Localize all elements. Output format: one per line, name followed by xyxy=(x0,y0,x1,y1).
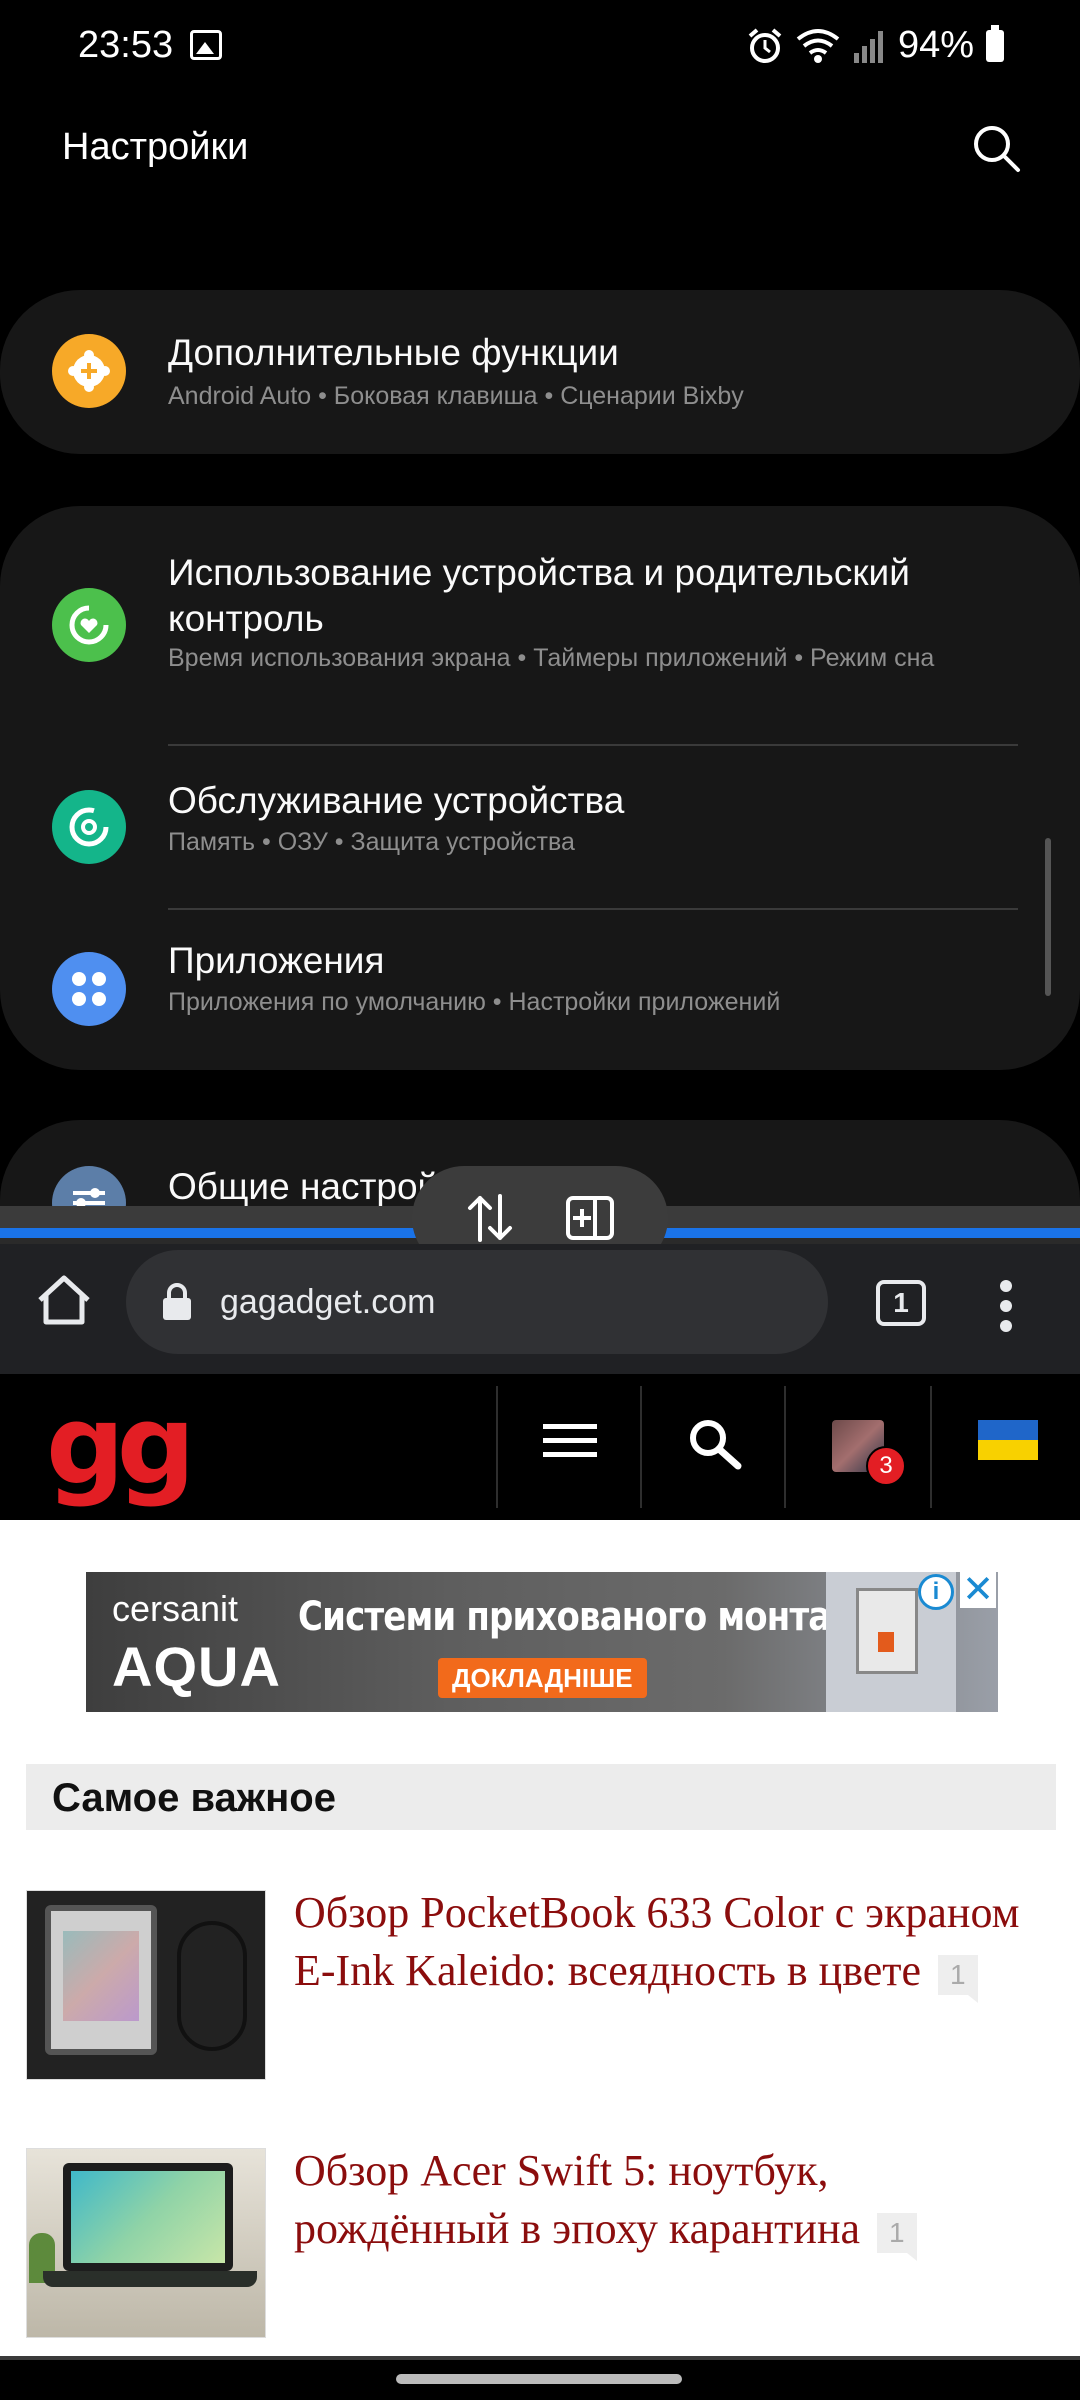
scrollbar[interactable] xyxy=(1045,838,1051,996)
settings-item-subtitle: Приложения по умолчанию • Настройки прил… xyxy=(168,988,781,1016)
apps-icon xyxy=(52,952,126,1026)
battery-percent: 94% xyxy=(897,24,974,66)
hamburger-menu-icon[interactable] xyxy=(543,1424,597,1466)
settings-item-apps[interactable]: Приложения Приложения по умолчанию • Нас… xyxy=(0,910,1080,1070)
article-title[interactable]: Обзор Acer Swift 5: ноутбук, рождённый в… xyxy=(294,2142,1044,2261)
gesture-home-handle[interactable] xyxy=(396,2374,682,2384)
settings-item-title: Дополнительные функции xyxy=(168,332,619,373)
site-logo[interactable]: gg xyxy=(46,1390,196,1500)
ukraine-flag-icon[interactable] xyxy=(978,1420,1038,1460)
ad-info-icon[interactable]: i xyxy=(918,1574,954,1610)
status-time: 23:53 xyxy=(78,24,174,66)
settings-item-device-care[interactable]: Обслуживание устройства Память • ОЗУ • З… xyxy=(0,746,1080,908)
tab-switcher-button[interactable]: 1 xyxy=(876,1280,926,1326)
ad-cta-button[interactable]: ДОКЛАДНІШЕ xyxy=(438,1658,647,1698)
home-icon[interactable] xyxy=(34,1272,94,1328)
app-pair-icon[interactable] xyxy=(565,1195,615,1241)
notification-badge: 3 xyxy=(866,1446,906,1486)
settings-item-subtitle: Время использования экрана • Таймеры при… xyxy=(168,644,935,672)
search-icon[interactable] xyxy=(970,122,1022,174)
more-menu-icon[interactable] xyxy=(998,1280,1014,1340)
settings-item-subtitle: Память • ОЗУ • Защита устройства xyxy=(168,828,575,856)
settings-item-title: Обслуживание устройства xyxy=(168,780,625,821)
lock-icon xyxy=(163,1283,191,1320)
settings-item-advanced-features[interactable]: Дополнительные функции Android Auto • Бо… xyxy=(0,290,1080,454)
device-care-icon xyxy=(52,790,126,864)
settings-card-device: Использование устройства и родительский … xyxy=(0,506,1080,1070)
divider xyxy=(640,1386,642,1508)
page-title: Настройки xyxy=(62,126,249,168)
settings-item-title: Приложения xyxy=(168,940,385,981)
settings-card-advanced: Дополнительные функции Android Auto • Бо… xyxy=(0,290,1080,454)
article-thumbnail[interactable] xyxy=(26,1890,266,2080)
ad-banner[interactable]: cersanit AQUA Системи прихованого монтаж… xyxy=(86,1572,998,1712)
divider xyxy=(496,1386,498,1508)
wifi-icon xyxy=(796,28,840,63)
swap-vertical-icon[interactable] xyxy=(466,1192,514,1244)
site-search-icon[interactable] xyxy=(684,1414,744,1474)
status-bar: 23:53 94% xyxy=(0,0,1080,96)
address-url[interactable]: gagadget.com xyxy=(220,1283,436,1322)
ad-brand: cersanit xyxy=(112,1588,239,1629)
settings-item-subtitle: Android Auto • Боковая клавиша • Сценари… xyxy=(168,382,744,410)
alarm-icon xyxy=(748,27,782,63)
image-icon xyxy=(190,30,222,60)
digital-wellbeing-icon xyxy=(52,588,126,662)
article-thumbnail[interactable] xyxy=(26,2148,266,2338)
ad-brand-product: AQUA xyxy=(112,1635,281,1698)
signal-icon xyxy=(853,30,883,63)
article-item[interactable]: Обзор Acer Swift 5: ноутбук, рождённый в… xyxy=(26,2146,1056,2338)
ad-headline: Системи прихованого монтажу xyxy=(298,1594,886,1640)
article-title[interactable]: Обзор PocketBook 633 Color с экраном E-I… xyxy=(294,1884,1044,2003)
ad-close-icon[interactable]: ✕ xyxy=(960,1571,996,1609)
battery-icon xyxy=(986,24,1004,62)
divider xyxy=(930,1386,932,1508)
section-title: Самое важное xyxy=(52,1776,336,1820)
article-title-text[interactable]: Обзор Acer Swift 5: ноутбук, рождённый в… xyxy=(294,2146,860,2253)
comment-count-badge[interactable]: 1 xyxy=(877,2212,917,2261)
plus-gear-icon xyxy=(52,334,126,408)
article-item[interactable]: Обзор PocketBook 633 Color с экраном E-I… xyxy=(26,1888,1056,2080)
settings-item-digital-wellbeing[interactable]: Использование устройства и родительский … xyxy=(0,506,1080,744)
section-header: Самое важное xyxy=(26,1764,1056,1830)
sliders-icon xyxy=(52,1166,126,1210)
comment-count-badge[interactable]: 1 xyxy=(938,1954,978,2003)
settings-item-title: Использование устройства и родительский … xyxy=(168,552,910,639)
article-title-text[interactable]: Обзор PocketBook 633 Color с экраном E-I… xyxy=(294,1888,1019,1995)
divider xyxy=(784,1386,786,1508)
status-right-group: 94% xyxy=(746,24,1004,67)
